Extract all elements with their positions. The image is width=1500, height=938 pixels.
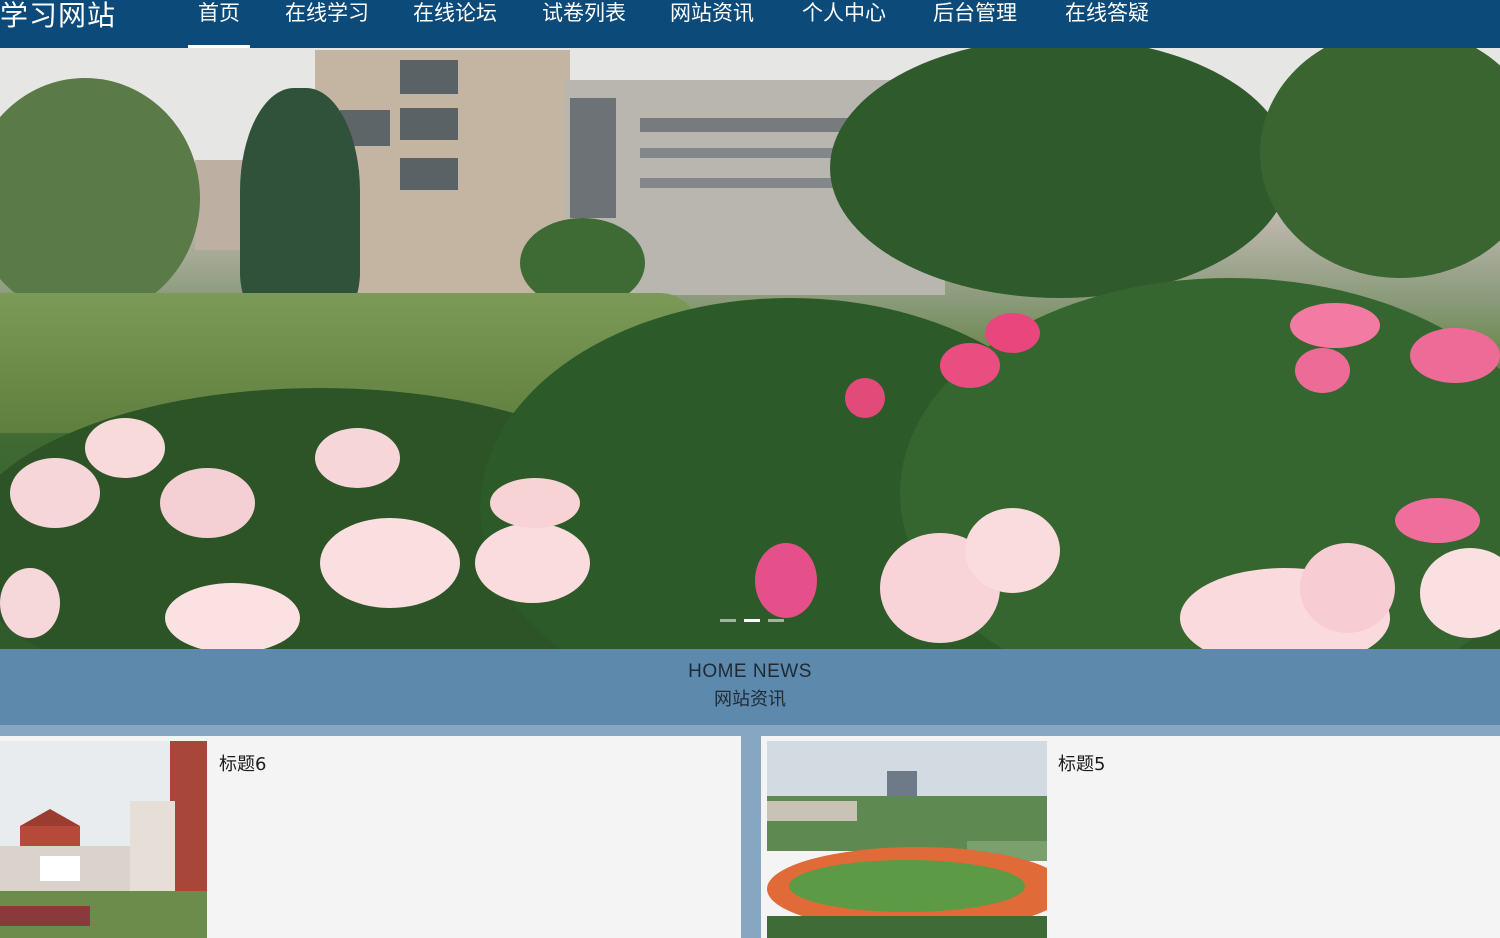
carousel-dot-3[interactable] — [768, 619, 784, 622]
hero-photo-flower — [755, 543, 817, 618]
nav-admin[interactable]: 后台管理 — [923, 0, 1027, 48]
news-section-header: HOME NEWS 网站资讯 — [0, 649, 1500, 725]
hero-photo-flower — [315, 428, 400, 488]
news-section-title-en: HOME NEWS — [688, 661, 812, 682]
news-card[interactable]: 标题5 — [761, 736, 1500, 938]
hero-photo-flower — [1300, 543, 1395, 633]
news-card-title[interactable]: 标题5 — [1058, 750, 1105, 776]
news-card-thumbnail[interactable] — [0, 741, 207, 938]
hero-photo-flower — [1295, 348, 1350, 393]
hero-photo-flower — [845, 378, 885, 418]
carousel-indicators — [720, 619, 790, 625]
hero-photo-flower — [940, 343, 1000, 388]
nav-online-qa-label: 在线答疑 — [1065, 1, 1149, 25]
nav-online-qa[interactable]: 在线答疑 — [1055, 0, 1159, 48]
hero-carousel[interactable] — [0, 48, 1500, 649]
nav-exam-list[interactable]: 试卷列表 — [532, 0, 636, 48]
hero-photo-window — [400, 108, 458, 140]
hero-photo-flower — [0, 568, 60, 638]
hero-photo-flower — [1395, 498, 1480, 543]
news-card-title[interactable]: 标题6 — [219, 750, 266, 776]
nav-home-label: 首页 — [198, 1, 240, 25]
hero-photo-tree — [240, 88, 360, 318]
nav-admin-label: 后台管理 — [933, 1, 1017, 25]
nav-personal-center[interactable]: 个人中心 — [792, 0, 896, 48]
hero-photo-flower — [160, 468, 255, 538]
hero-photo-window — [400, 158, 458, 190]
hero-photo-tree — [1260, 48, 1500, 278]
nav-site-news[interactable]: 网站资讯 — [660, 0, 764, 48]
news-card[interactable]: 标题6 — [0, 736, 741, 938]
hero-photo-flower — [320, 518, 460, 608]
hero-photo-flower — [165, 583, 300, 649]
nav-personal-center-label: 个人中心 — [802, 1, 886, 25]
hero-photo-window — [400, 60, 458, 94]
nav-online-forum-label: 在线论坛 — [413, 1, 497, 25]
nav-online-forum[interactable]: 在线论坛 — [403, 0, 507, 48]
hero-photo-window — [570, 98, 616, 218]
hero-photo-flower — [10, 458, 100, 528]
hero-photo-flower — [85, 418, 165, 478]
hero-photo-flower — [1410, 328, 1500, 383]
news-card-thumbnail[interactable] — [767, 741, 1047, 938]
carousel-dot-2[interactable] — [744, 619, 760, 622]
hero-photo-tree — [830, 48, 1290, 298]
hero-photo-flower — [985, 313, 1040, 353]
hero-photo-flower — [965, 508, 1060, 593]
hero-photo-flower — [490, 478, 580, 528]
campus-photo-icon — [0, 741, 207, 938]
nav-online-learning[interactable]: 在线学习 — [275, 0, 379, 48]
carousel-dot-1[interactable] — [720, 619, 736, 622]
top-navbar: 学习网站 首页 在线学习 在线论坛 试卷列表 网站资讯 个人中心 后台管理 在线… — [0, 0, 1500, 48]
hero-photo-flower — [1290, 303, 1380, 348]
news-section-title-cn: 网站资讯 — [714, 689, 786, 710]
nav-exam-list-label: 试卷列表 — [542, 1, 626, 25]
sports-field-photo-icon — [767, 741, 1047, 938]
hero-photo-flower — [475, 523, 590, 603]
nav-site-news-label: 网站资讯 — [670, 1, 754, 25]
nav-home[interactable]: 首页 — [188, 0, 250, 48]
nav-online-learning-label: 在线学习 — [285, 1, 369, 25]
site-logo[interactable]: 学习网站 — [0, 0, 116, 34]
